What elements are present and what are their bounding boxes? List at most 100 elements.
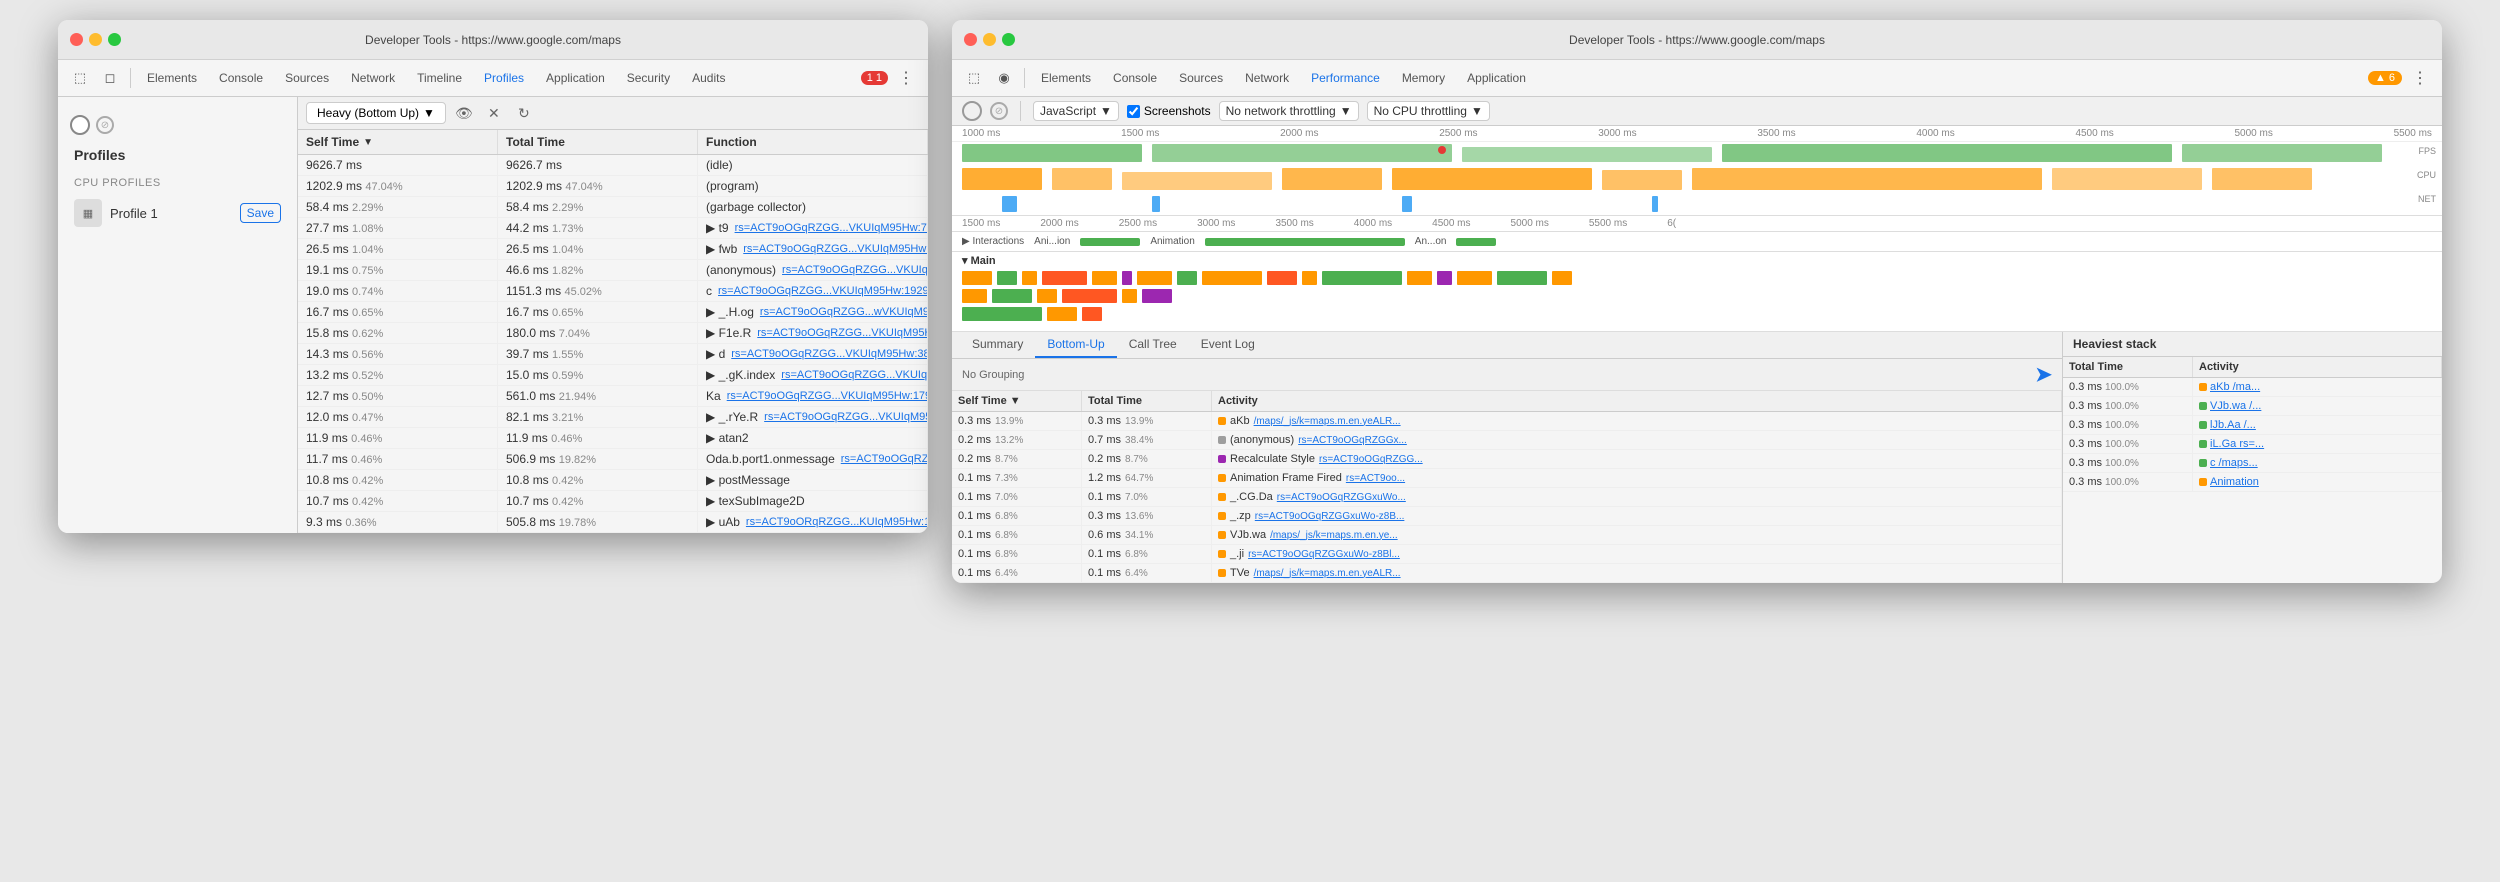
stop-record-button[interactable]: ⊘ [96,116,114,134]
tab-sources[interactable]: Sources [275,67,339,89]
perf-record-button[interactable] [962,101,982,121]
table-row[interactable]: 12.0 ms 0.47% 82.1 ms 3.21% ▶ _.rYe.R rs… [298,407,928,428]
table-row[interactable]: 1202.9 ms 47.04% 1202.9 ms 47.04% (progr… [298,176,928,197]
table-row[interactable]: 10.7 ms 0.42% 10.7 ms 0.42% ▶ texSubImag… [298,491,928,512]
cursor-icon[interactable]: ⬚ [66,64,94,92]
minimize-button-right[interactable] [983,33,996,46]
table-row[interactable]: 12.7 ms 0.50% 561.0 ms 21.94% Ka rs=ACT9… [298,386,928,407]
table-row[interactable]: 26.5 ms 1.04% 26.5 ms 1.04% ▶ fwb rs=ACT… [298,239,928,260]
hs-activity-link[interactable]: iL.Ga rs=... [2210,438,2264,450]
perf-stop-button[interactable]: ⊘ [990,102,1008,120]
tab-network[interactable]: Network [341,67,405,89]
maximize-button-right[interactable] [1002,33,1015,46]
at-row[interactable]: 0.1 ms 6.8% 0.6 ms 34.1% VJb.wa /maps/_j… [952,526,2062,545]
hs-row[interactable]: 0.3 ms 100.0% aKb /ma... [2063,378,2442,397]
close-button-right[interactable] [964,33,977,46]
func-link[interactable]: rs=ACT9oOGqRZGG...VKUIqM95Hw:381 [781,369,928,381]
at-row[interactable]: 0.3 ms 13.9% 0.3 ms 13.9% aKb /maps/_js/… [952,412,2062,431]
at-row[interactable]: 0.2 ms 8.7% 0.2 ms 8.7% Recalculate Styl… [952,450,2062,469]
tab-elements[interactable]: Elements [137,67,207,89]
table-row[interactable]: 14.3 ms 0.56% 39.7 ms 1.55% ▶ d rs=ACT9o… [298,344,928,365]
hs-activity-link[interactable]: c /maps... [2210,457,2258,469]
table-row[interactable]: 11.7 ms 0.46% 506.9 ms 19.82% Oda.b.port… [298,449,928,470]
screenshots-ctrl[interactable]: Screenshots [1127,104,1211,118]
rt-tab-network[interactable]: Network [1235,67,1299,89]
func-link[interactable]: rs=ACT9oOGqRZGG...VKUIqM95Hw:1799 [727,390,928,402]
rt-tab-console[interactable]: Console [1103,67,1167,89]
clear-icon[interactable]: ✕ [482,101,506,125]
func-link[interactable]: rs=ACT9oORqRZGG...KUIqM95Hw:1807 [746,516,928,528]
activity-link[interactable]: rs=ACT9oo... [1346,473,1405,484]
at-row[interactable]: 0.2 ms 13.2% 0.7 ms 38.4% (anonymous) rs… [952,431,2062,450]
profile-item-1[interactable]: ▦ Profile 1 Save [58,193,297,233]
ath-self-time[interactable]: Self Time ▼ [952,391,1082,411]
hs-activity-link[interactable]: aKb /ma... [2210,381,2260,393]
table-row[interactable]: 19.0 ms 0.74% 1151.3 ms 45.02% c rs=ACT9… [298,281,928,302]
table-row[interactable]: 27.7 ms 1.08% 44.2 ms 1.73% ▶ t9 rs=ACT9… [298,218,928,239]
hs-activity-link[interactable]: lJb.Aa /... [2210,419,2256,431]
table-row[interactable]: 9.3 ms 0.36% 505.8 ms 19.78% ▶ uAb rs=AC… [298,512,928,533]
close-button-left[interactable] [70,33,83,46]
table-row[interactable]: 58.4 ms 2.29% 58.4 ms 2.29% (garbage col… [298,197,928,218]
activity-link[interactable]: rs=ACT9oOGqRZGGxuWo... [1277,492,1406,503]
cpu-throttle-dropdown[interactable]: No CPU throttling ▼ [1367,101,1490,121]
network-throttle-dropdown[interactable]: No network throttling ▼ [1219,101,1359,121]
minimize-button-left[interactable] [89,33,102,46]
rt-tab-memory[interactable]: Memory [1392,67,1455,89]
at-row[interactable]: 0.1 ms 6.4% 0.1 ms 6.4% TVe /maps/_js/k=… [952,564,2062,583]
hs-row[interactable]: 0.3 ms 100.0% iL.Ga rs=... [2063,435,2442,454]
tab-profiles[interactable]: Profiles [474,67,534,89]
func-link[interactable]: rs=ACT9oOGqRZGG...VKUIqM95Hw:1929 [718,285,928,297]
table-row[interactable]: 15.8 ms 0.62% 180.0 ms 7.04% ▶ F1e.R rs=… [298,323,928,344]
bottom-up-tab[interactable]: Bottom-Up [1035,332,1116,358]
summary-tab[interactable]: Summary [960,332,1035,358]
more-options-icon[interactable]: ⋮ [892,64,920,92]
activity-link[interactable]: rs=ACT9oOGqRZGG... [1319,454,1423,465]
at-row[interactable]: 0.1 ms 6.8% 0.1 ms 6.8% _.ji rs=ACT9oOGq… [952,545,2062,564]
func-link[interactable]: rs=ACT9oOGqRZGG...VKUIqM95Hw:126 [782,264,928,276]
th-function[interactable]: Function [698,130,928,154]
th-self-time[interactable]: Self Time [298,130,498,154]
func-link[interactable]: rs=ACT9oOGqRZGG...VKUIqM95Hw:713 [735,222,928,234]
save-profile-button[interactable]: Save [240,203,281,223]
hs-row[interactable]: 0.3 ms 100.0% VJb.wa /... [2063,397,2442,416]
func-link[interactable]: rs=ACT9oOGqRZGG...wVKUIqM95Hw:88 [841,453,928,465]
func-link[interactable]: rs=ACT9oOGqRZGG...VKUIqM95Hw:838 [757,327,928,339]
hs-row[interactable]: 0.3 ms 100.0% Animation [2063,473,2442,492]
rt-tab-sources[interactable]: Sources [1169,67,1233,89]
maximize-button-left[interactable] [108,33,121,46]
hs-activity-link[interactable]: Animation [2210,476,2259,488]
hs-activity-link[interactable]: VJb.wa /... [2210,400,2261,412]
hs-row[interactable]: 0.3 ms 100.0% lJb.Aa /... [2063,416,2442,435]
rt-tab-performance[interactable]: Performance [1301,67,1390,89]
tab-application[interactable]: Application [536,67,615,89]
func-link[interactable]: rs=ACT9oOGqRZGG...VKUIqM95Hw:389 [731,348,928,360]
js-dropdown[interactable]: JavaScript ▼ [1033,101,1119,121]
func-link[interactable]: rs=ACT9oOGqRZGG...VKUIqM95Hw:1661 [743,243,928,255]
ath-activity[interactable]: Activity [1212,391,2062,411]
call-tree-tab[interactable]: Call Tree [1117,332,1189,358]
table-row[interactable]: 16.7 ms 0.65% 16.7 ms 0.65% ▶ _.H.og rs=… [298,302,928,323]
activity-link[interactable]: rs=ACT9oOGqRZGGxuWo-z8Bl... [1248,549,1400,560]
table-row[interactable]: 11.9 ms 0.46% 11.9 ms 0.46% ▶ atan2 [298,428,928,449]
inspect-icon-right[interactable]: ◉ [990,64,1018,92]
func-link[interactable]: rs=ACT9oOGqRZGG...wVKUIqM95Hw:78 [760,306,928,318]
hs-row[interactable]: 0.3 ms 100.0% c /maps... [2063,454,2442,473]
tab-timeline[interactable]: Timeline [407,67,472,89]
activity-link[interactable]: rs=ACT9oOGqRZGGx... [1298,435,1407,446]
eye-icon[interactable]: 👁 [452,101,476,125]
tab-audits[interactable]: Audits [682,67,735,89]
inspect-icon[interactable]: ◻ [96,64,124,92]
event-log-tab[interactable]: Event Log [1189,332,1267,358]
tab-console[interactable]: Console [209,67,273,89]
activity-link[interactable]: /maps/_js/k=maps.m.en.yeALR... [1254,568,1401,579]
screenshots-checkbox[interactable] [1127,105,1140,118]
activity-link[interactable]: rs=ACT9oOGqRZGGxuWo-z8B... [1255,511,1405,522]
rt-more-icon[interactable]: ⋮ [2406,64,2434,92]
tab-security[interactable]: Security [617,67,680,89]
at-row[interactable]: 0.1 ms 7.0% 0.1 ms 7.0% _.CG.Da rs=ACT9o… [952,488,2062,507]
activity-link[interactable]: /maps/_js/k=maps.m.en.yeALR... [1254,416,1401,427]
record-button[interactable] [70,115,90,135]
ath-total-time[interactable]: Total Time [1082,391,1212,411]
table-row[interactable]: 9626.7 ms 9626.7 ms (idle) [298,155,928,176]
